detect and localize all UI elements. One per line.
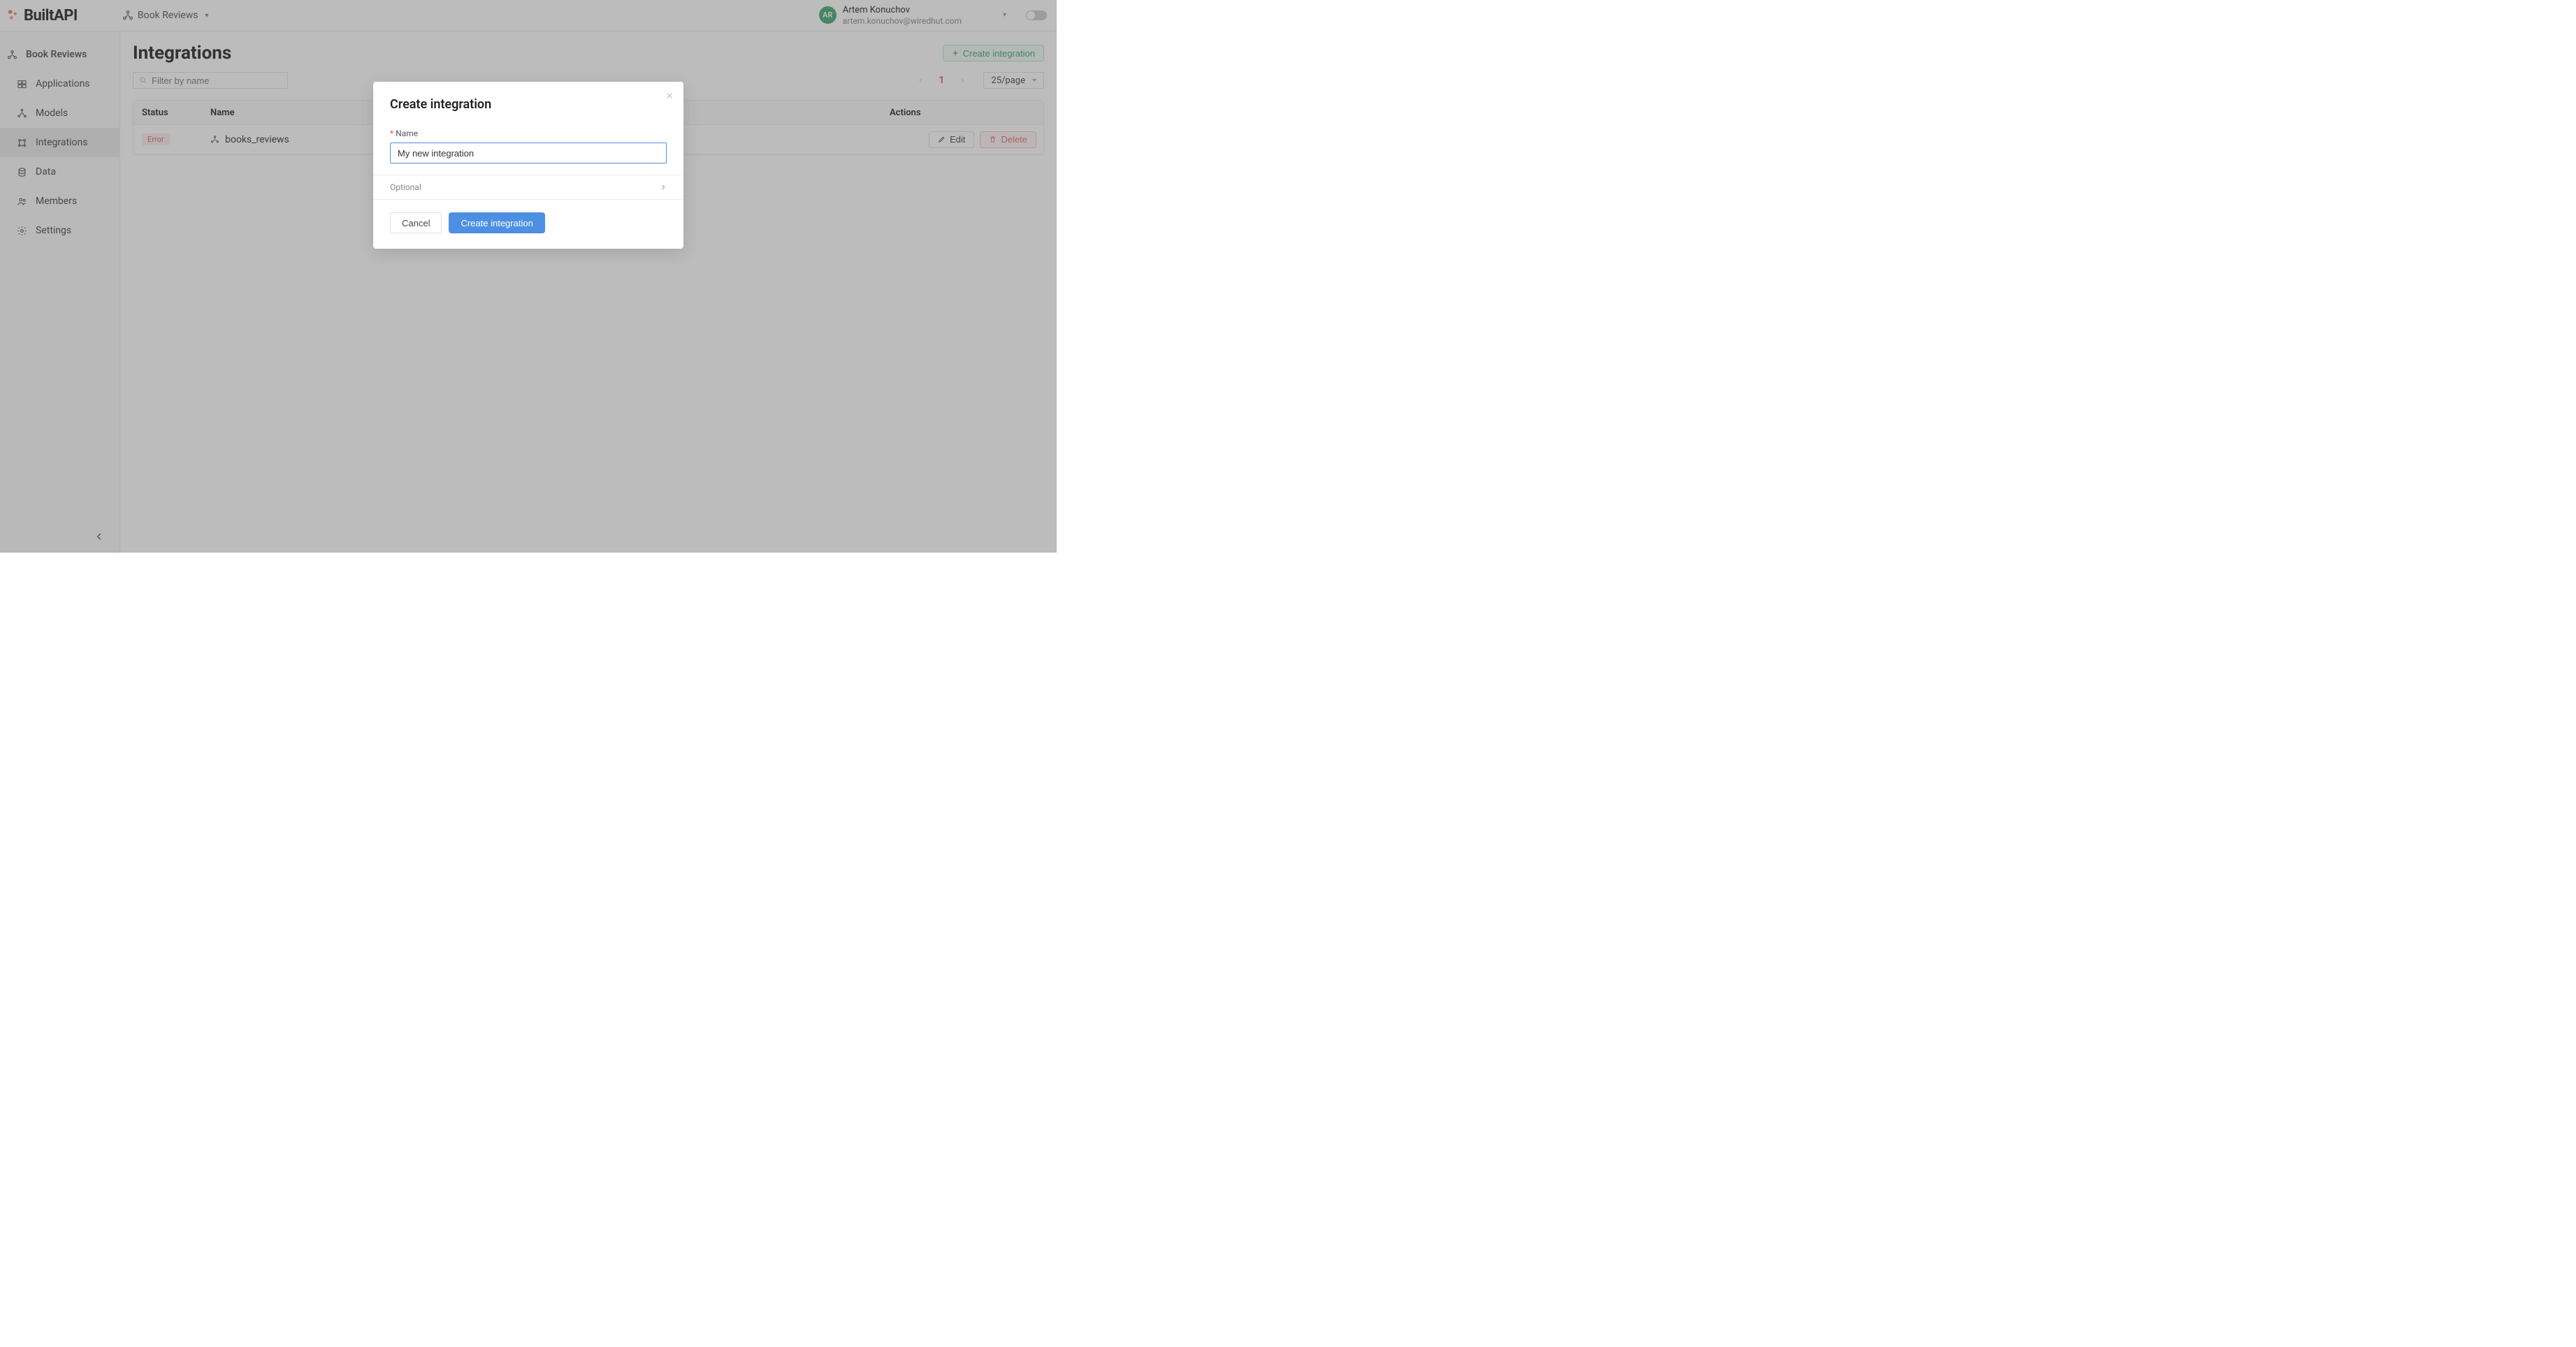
cancel-label: Cancel bbox=[402, 218, 430, 228]
submit-button[interactable]: Create integration bbox=[449, 212, 544, 233]
integration-name-input[interactable] bbox=[390, 143, 667, 163]
create-integration-modal: Create integration * Name Optional Cance… bbox=[373, 82, 683, 249]
modal-title: Create integration bbox=[390, 97, 667, 112]
chevron-right-icon bbox=[660, 184, 667, 191]
optional-toggle[interactable]: Optional bbox=[390, 175, 667, 199]
submit-label: Create integration bbox=[461, 218, 533, 228]
cancel-button[interactable]: Cancel bbox=[390, 212, 442, 233]
modal-overlay[interactable]: Create integration * Name Optional Cance… bbox=[0, 0, 1057, 553]
optional-label: Optional bbox=[390, 182, 421, 192]
close-icon bbox=[665, 92, 674, 100]
modal-name-label: * Name bbox=[390, 129, 667, 138]
modal-close-button[interactable] bbox=[665, 92, 674, 103]
